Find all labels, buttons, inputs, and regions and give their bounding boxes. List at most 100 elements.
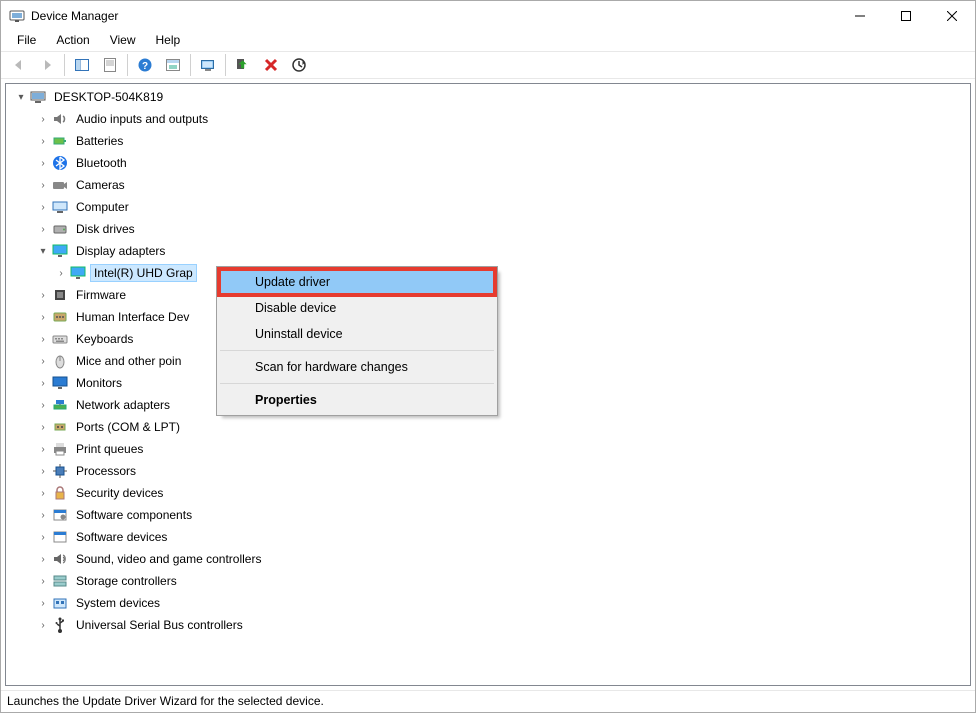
- tree-node[interactable]: ›Disk drives: [10, 218, 966, 240]
- tree-node-label: Software devices: [72, 528, 171, 546]
- expand-icon[interactable]: ›: [36, 552, 50, 566]
- toolbar-sep: [127, 54, 128, 76]
- sound-icon: [52, 551, 68, 567]
- tree-node[interactable]: ›Audio inputs and outputs: [10, 108, 966, 130]
- expand-icon[interactable]: ›: [36, 596, 50, 610]
- ctx-scan-hardware[interactable]: Scan for hardware changes: [219, 354, 495, 380]
- expand-icon[interactable]: ›: [36, 574, 50, 588]
- tree-node[interactable]: ›Cameras: [10, 174, 966, 196]
- svg-text:?: ?: [142, 61, 148, 72]
- update-driver-button[interactable]: [195, 53, 221, 77]
- display-icon: [52, 243, 68, 259]
- tree-node[interactable]: › Computer: [10, 196, 966, 218]
- tree-node-label: Bluetooth: [72, 154, 131, 172]
- expand-icon[interactable]: ›: [36, 376, 50, 390]
- expand-icon[interactable]: ›: [36, 156, 50, 170]
- tree-node[interactable]: › System devices: [10, 592, 966, 614]
- software-dev-icon: [52, 529, 68, 545]
- uninstall-device-button[interactable]: [258, 53, 284, 77]
- minimize-button[interactable]: [837, 1, 883, 31]
- expand-icon[interactable]: ›: [36, 354, 50, 368]
- expand-icon[interactable]: ›: [36, 332, 50, 346]
- expand-icon[interactable]: ›: [36, 398, 50, 412]
- back-button[interactable]: [6, 53, 32, 77]
- maximize-button[interactable]: [883, 1, 929, 31]
- device-manager-window: Device Manager File Action View Help ? ▾…: [0, 0, 976, 713]
- usb-icon: [52, 617, 68, 633]
- tree-root-node[interactable]: ▾DESKTOP-504K819: [10, 86, 966, 108]
- computer-icon: [52, 199, 68, 215]
- tree-node[interactable]: ▾Display adapters: [10, 240, 966, 262]
- forward-button[interactable]: [34, 53, 60, 77]
- ports-icon: [52, 419, 68, 435]
- ctx-uninstall-device[interactable]: Uninstall device: [219, 321, 495, 347]
- toolbar-sep: [190, 54, 191, 76]
- tree-node[interactable]: › Processors: [10, 460, 966, 482]
- device-tree[interactable]: ▾DESKTOP-504K819›Audio inputs and output…: [5, 83, 971, 686]
- tree-node-label: Human Interface Dev: [72, 308, 193, 326]
- context-menu: Update driver Disable device Uninstall d…: [216, 266, 498, 416]
- expand-icon[interactable]: ›: [36, 222, 50, 236]
- disk-icon: [52, 221, 68, 237]
- tree-node-label: Monitors: [72, 374, 126, 392]
- help-button[interactable]: ?: [132, 53, 158, 77]
- tree-node[interactable]: ›Software components: [10, 504, 966, 526]
- tree-node[interactable]: ›Print queues: [10, 438, 966, 460]
- enable-device-button[interactable]: [230, 53, 256, 77]
- tree-node-label: Keyboards: [72, 330, 137, 348]
- ctx-disable-device[interactable]: Disable device: [219, 295, 495, 321]
- tree-node-label: Processors: [72, 462, 140, 480]
- properties-sheet-button[interactable]: [97, 53, 123, 77]
- expand-icon[interactable]: ›: [36, 178, 50, 192]
- expand-icon[interactable]: ›: [36, 618, 50, 632]
- tree-node-label: Security devices: [72, 484, 167, 502]
- printer-icon: [52, 441, 68, 457]
- menu-view[interactable]: View: [100, 31, 146, 49]
- expand-icon[interactable]: ›: [54, 266, 68, 280]
- expand-icon[interactable]: ›: [36, 530, 50, 544]
- tree-node[interactable]: › Bluetooth: [10, 152, 966, 174]
- tree-node-label: Intel(R) UHD Grap: [90, 264, 197, 282]
- display-icon: [70, 265, 86, 281]
- tree-node-label: Computer: [72, 198, 133, 216]
- menu-file[interactable]: File: [7, 31, 46, 49]
- expand-icon[interactable]: ›: [36, 112, 50, 126]
- collapse-icon[interactable]: ▾: [36, 244, 50, 258]
- menu-help[interactable]: Help: [146, 31, 191, 49]
- statusbar: Launches the Update Driver Wizard for th…: [1, 690, 975, 712]
- computer-root-icon: [30, 89, 46, 105]
- toolbar-sep: [64, 54, 65, 76]
- close-button[interactable]: [929, 1, 975, 31]
- ctx-update-driver[interactable]: Update driver: [219, 269, 495, 295]
- tree-node[interactable]: › Software devices: [10, 526, 966, 548]
- options-button[interactable]: [160, 53, 186, 77]
- expand-icon[interactable]: ›: [36, 508, 50, 522]
- tree-node[interactable]: ›Batteries: [10, 130, 966, 152]
- app-icon: [9, 8, 25, 24]
- expand-icon[interactable]: ›: [36, 442, 50, 456]
- firmware-icon: [52, 287, 68, 303]
- expand-icon[interactable]: ›: [36, 486, 50, 500]
- ctx-properties[interactable]: Properties: [219, 387, 495, 413]
- tree-node-label: Storage controllers: [72, 572, 181, 590]
- security-icon: [52, 485, 68, 501]
- tree-node[interactable]: ›Ports (COM & LPT): [10, 416, 966, 438]
- expand-icon[interactable]: ›: [36, 200, 50, 214]
- tree-node[interactable]: ›Universal Serial Bus controllers: [10, 614, 966, 636]
- expand-icon[interactable]: ›: [36, 310, 50, 324]
- camera-icon: [52, 177, 68, 193]
- expand-icon[interactable]: ›: [36, 464, 50, 478]
- expand-icon[interactable]: ›: [36, 288, 50, 302]
- menu-action[interactable]: Action: [46, 31, 99, 49]
- expand-icon[interactable]: ›: [36, 134, 50, 148]
- status-text: Launches the Update Driver Wizard for th…: [7, 694, 324, 708]
- show-hide-console-tree-button[interactable]: [69, 53, 95, 77]
- collapse-icon[interactable]: ▾: [14, 90, 28, 104]
- tree-node[interactable]: › Storage controllers: [10, 570, 966, 592]
- tree-node-label: System devices: [72, 594, 164, 612]
- scan-hardware-button[interactable]: [286, 53, 312, 77]
- tree-node-label: Sound, video and game controllers: [72, 550, 265, 568]
- expand-icon[interactable]: ›: [36, 420, 50, 434]
- tree-node[interactable]: › Sound, video and game controllers: [10, 548, 966, 570]
- tree-node[interactable]: › Security devices: [10, 482, 966, 504]
